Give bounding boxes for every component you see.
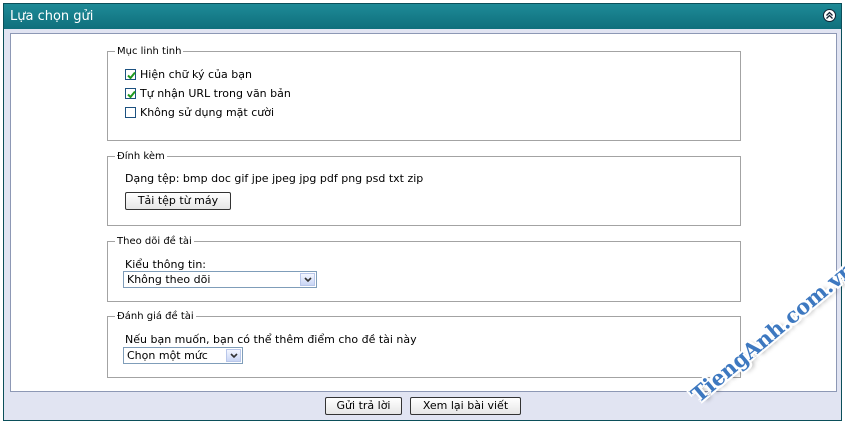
subscription-fieldset: Theo dõi đề tài Kiểu thông tin: Không th… bbox=[107, 235, 741, 302]
disable-smilies-checkbox[interactable] bbox=[125, 107, 136, 118]
subscription-mode-select[interactable]: Không theo dõi bbox=[123, 271, 317, 288]
subscription-mode-label-row: Kiểu thông tin: bbox=[125, 258, 206, 271]
submit-reply-button[interactable]: Gửi trả lời bbox=[325, 397, 402, 415]
chevron-down-icon[interactable] bbox=[226, 349, 241, 362]
option-disable-smilies[interactable]: Không sử dụng mặt cười bbox=[125, 106, 274, 119]
subscription-mode-value: Không theo dõi bbox=[127, 273, 211, 286]
show-signature-checkbox[interactable] bbox=[125, 69, 136, 80]
auto-url-label: Tự nhận URL trong văn bản bbox=[140, 87, 291, 100]
misc-fieldset: Mục linh tinh Hiện chữ ký của bạn Tự nhậ… bbox=[107, 45, 741, 141]
misc-legend: Mục linh tinh bbox=[115, 45, 184, 58]
disable-smilies-label: Không sử dụng mặt cười bbox=[140, 106, 275, 119]
post-options-window: Lựa chọn gửi Mục linh tinh Hiện chữ ký c… bbox=[3, 3, 842, 421]
show-signature-label: Hiện chữ ký của bạn bbox=[140, 68, 252, 81]
collapse-icon[interactable] bbox=[823, 9, 836, 22]
subscription-legend: Theo dõi đề tài bbox=[115, 235, 194, 248]
preview-post-button[interactable]: Xem lại bài viết bbox=[410, 397, 521, 415]
allowed-types-text: Dạng tệp: bmp doc gif jpe jpeg jpg pdf p… bbox=[125, 172, 424, 185]
rating-legend: Đánh giá đề tài bbox=[115, 310, 196, 323]
check-icon bbox=[127, 71, 136, 80]
subscription-mode-label: Kiểu thông tin: bbox=[125, 258, 207, 271]
chevron-down-icon[interactable] bbox=[300, 273, 315, 286]
rating-select[interactable]: Chọn một mức bbox=[123, 347, 243, 364]
options-panel: Mục linh tinh Hiện chữ ký của bạn Tự nhậ… bbox=[10, 33, 837, 392]
rating-label-row: Nếu bạn muốn, bạn có thể thêm điểm cho đ… bbox=[125, 333, 417, 346]
attachments-fieldset: Đính kèm Dạng tệp: bmp doc gif jpe jpeg … bbox=[107, 150, 741, 226]
allowed-types: Dạng tệp: bmp doc gif jpe jpeg jpg pdf p… bbox=[125, 172, 423, 185]
auto-url-checkbox[interactable] bbox=[125, 88, 136, 99]
rating-label: Nếu bạn muốn, bạn có thể thêm điểm cho đ… bbox=[125, 333, 417, 346]
option-auto-url[interactable]: Tự nhận URL trong văn bản bbox=[125, 87, 291, 100]
attachments-legend: Đính kèm bbox=[115, 150, 167, 163]
check-icon bbox=[127, 90, 136, 99]
upload-file-button[interactable]: Tải tệp từ máy bbox=[125, 192, 231, 210]
option-show-signature[interactable]: Hiện chữ ký của bạn bbox=[125, 68, 252, 81]
window-title: Lựa chọn gửi bbox=[10, 9, 94, 24]
rating-value: Chọn một mức bbox=[127, 349, 208, 362]
window-titlebar: Lựa chọn gửi bbox=[4, 4, 841, 29]
rating-fieldset: Đánh giá đề tài Nếu bạn muốn, bạn có thể… bbox=[107, 310, 741, 378]
